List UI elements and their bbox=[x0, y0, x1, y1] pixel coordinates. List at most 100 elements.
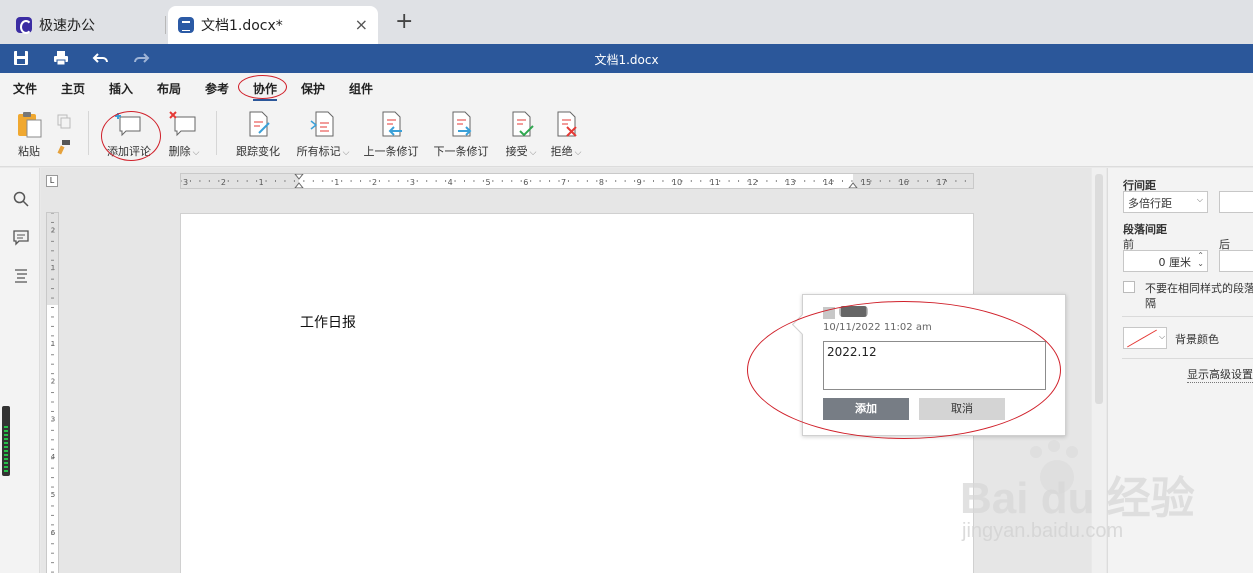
ruler-tick-label: 2 bbox=[51, 226, 55, 234]
ruler-tick-label: 17 bbox=[937, 178, 947, 187]
vertical-ruler-ticks: 2 1 1 2 3 4 5 6 bbox=[47, 212, 58, 573]
ribbon-toolbar: 粘贴 添加评论 删除 ⌵ 跟踪变化 所有标记 ⌵ 上一条修订 下一条修订 接受 … bbox=[0, 101, 1253, 167]
show-advanced-settings-link[interactable]: 显示高级设置 bbox=[1187, 366, 1253, 383]
previous-change-button[interactable]: 上一条修订 bbox=[363, 109, 419, 159]
horizontal-ruler[interactable]: 3 2 1 1 2 3 4 5 6 7 8 9 10 11 12 13 14 15 16 17 bbox=[180, 173, 974, 189]
document-title: 文档1.docx bbox=[594, 53, 659, 67]
browser-tab-bar: 极速办公 文档1.docx* × + bbox=[0, 0, 1253, 44]
track-changes-label: 跟踪变化 bbox=[236, 145, 280, 158]
left-sidebar bbox=[0, 168, 40, 573]
ruler-tick-label: 10 bbox=[672, 178, 682, 187]
tab-label: 极速办公 bbox=[39, 18, 95, 34]
ruler-tick-label: 4 bbox=[51, 453, 56, 461]
ruler-tick-label: 5 bbox=[485, 178, 490, 187]
app-logo-icon bbox=[16, 17, 32, 34]
paste-button[interactable]: 粘贴 bbox=[12, 109, 46, 159]
delete-comment-button[interactable]: 删除 ⌵ bbox=[164, 109, 204, 159]
tab-document[interactable]: 文档1.docx* × bbox=[168, 6, 378, 44]
ruler-tick-label: 3 bbox=[51, 415, 55, 423]
paw-toe-icon bbox=[1048, 440, 1060, 452]
ruler-tick-label: 11 bbox=[710, 178, 720, 187]
menu-bar: 文件 主页 插入 布局 参考 协作 保护 组件 bbox=[0, 73, 1253, 101]
watermark-main-text: Bai du 经验 bbox=[960, 474, 1195, 523]
menu-components[interactable]: 组件 bbox=[349, 80, 373, 97]
chevron-down-icon[interactable]: ⌵ bbox=[1159, 332, 1165, 342]
annotation-circle-add-comment bbox=[101, 111, 161, 161]
spacing-before-stepper[interactable]: 0 厘米 ⌃ ⌄ bbox=[1123, 250, 1208, 272]
menu-home[interactable]: 主页 bbox=[61, 80, 85, 97]
menu-layout[interactable]: 布局 bbox=[157, 80, 181, 97]
ruler-tick-label: 1 bbox=[334, 178, 339, 187]
ruler-tick-label: 4 bbox=[448, 178, 453, 187]
track-changes-button[interactable]: 跟踪变化 bbox=[234, 109, 282, 159]
ruler-tick-label: 5 bbox=[51, 491, 55, 499]
accept-button[interactable]: 接受 ⌵ bbox=[503, 109, 539, 159]
ruler-tick-label: 6 bbox=[523, 178, 528, 187]
tab-stop-selector[interactable]: L bbox=[46, 175, 58, 187]
title-bar: 文档1.docx bbox=[0, 44, 1253, 73]
comments-icon[interactable] bbox=[12, 228, 30, 246]
ruler-tick-label: 2 bbox=[221, 178, 226, 187]
next-change-label: 下一条修订 bbox=[433, 145, 489, 158]
volume-level-meter bbox=[2, 406, 10, 476]
same-style-spacing-label-cont: 隔 bbox=[1145, 297, 1156, 310]
ruler-tick-label: 3 bbox=[410, 178, 415, 187]
reject-button[interactable]: 拒绝 ⌵ bbox=[548, 109, 584, 159]
ruler-tick-label: 2 bbox=[51, 378, 55, 386]
accept-label: 接受 ⌵ bbox=[505, 145, 537, 158]
vertical-ruler[interactable]: 2 1 1 2 3 4 5 6 bbox=[46, 212, 59, 573]
tab-label: 文档1.docx* bbox=[201, 18, 283, 34]
menu-protect[interactable]: 保护 bbox=[301, 80, 325, 97]
close-icon[interactable]: × bbox=[355, 15, 368, 34]
same-style-spacing-checkbox[interactable] bbox=[1123, 281, 1135, 293]
next-change-button[interactable]: 下一条修订 bbox=[433, 109, 489, 159]
all-markup-button[interactable]: 所有标记 ⌵ bbox=[295, 109, 351, 159]
delete-comment-icon bbox=[169, 109, 199, 139]
new-tab-button[interactable]: + bbox=[395, 11, 413, 33]
previous-change-icon bbox=[376, 109, 406, 139]
copy-button[interactable] bbox=[56, 113, 72, 132]
ruler-tick-label: 16 bbox=[899, 178, 909, 187]
ruler-tick-label: 1 bbox=[51, 264, 55, 272]
paw-toe-icon bbox=[1030, 446, 1042, 458]
spacing-after-stepper[interactable] bbox=[1219, 250, 1253, 272]
tab-app-home[interactable]: 极速办公 bbox=[6, 6, 166, 44]
same-style-spacing-label: 不要在相同样式的段落 bbox=[1145, 282, 1253, 295]
navigation-icon[interactable] bbox=[12, 266, 30, 284]
ruler-margin-left bbox=[181, 174, 299, 188]
line-spacing-value-input[interactable] bbox=[1219, 191, 1253, 213]
menu-references[interactable]: 参考 bbox=[205, 80, 229, 97]
watermark-sub-text: jingyan.baidu.com bbox=[962, 520, 1124, 542]
background-color-label: 背景颜色 bbox=[1175, 333, 1219, 346]
menu-file[interactable]: 文件 bbox=[13, 80, 37, 97]
ruler-tick-label: 2 bbox=[372, 178, 377, 187]
line-spacing-select[interactable]: 多倍行距 ⌵ bbox=[1123, 191, 1208, 213]
separator bbox=[88, 111, 89, 155]
ruler-tick-label: 1 bbox=[259, 178, 264, 187]
document-body-text[interactable]: 工作日报 bbox=[300, 312, 356, 332]
search-icon[interactable] bbox=[12, 190, 30, 208]
paste-icon bbox=[14, 109, 44, 139]
next-change-icon bbox=[446, 109, 476, 139]
divider bbox=[1122, 358, 1253, 359]
ruler-tick-label: 15 bbox=[861, 178, 871, 187]
ruler-tick-label: 12 bbox=[748, 178, 758, 187]
paw-toe-icon bbox=[1066, 446, 1078, 458]
separator bbox=[216, 111, 217, 155]
scrollbar-thumb[interactable] bbox=[1095, 174, 1103, 404]
format-painter-icon bbox=[57, 140, 70, 155]
all-markup-label: 所有标记 ⌵ bbox=[296, 145, 350, 158]
reject-label: 拒绝 ⌵ bbox=[550, 145, 582, 158]
copy-icon bbox=[57, 114, 71, 129]
paste-label: 粘贴 bbox=[18, 145, 40, 158]
baidu-watermark: Bai du 经验 jingyan.baidu.com bbox=[960, 440, 1200, 550]
ruler-tick-label: 7 bbox=[561, 178, 566, 187]
stepper-arrows-icon: ⌃ ⌄ bbox=[1197, 251, 1204, 268]
menu-insert[interactable]: 插入 bbox=[109, 80, 133, 97]
format-painter-button[interactable] bbox=[56, 139, 72, 158]
ruler-tick-label: 14 bbox=[823, 178, 833, 187]
paragraph-spacing-label: 段落间距 bbox=[1123, 223, 1167, 236]
horizontal-ruler-ticks: 3 2 1 1 2 3 4 5 6 7 8 9 10 11 12 13 14 15 16 17 bbox=[180, 173, 973, 189]
chevron-down-icon: ⌵ bbox=[1196, 195, 1203, 204]
annotation-circle-comment-popup bbox=[747, 301, 1061, 439]
